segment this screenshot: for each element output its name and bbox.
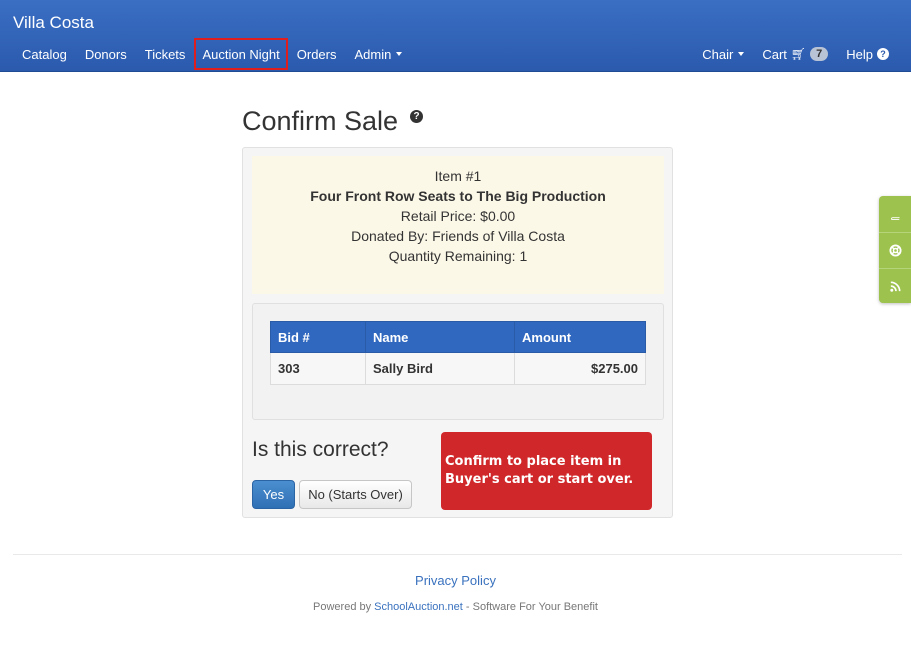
column-header-name: Name — [365, 321, 515, 353]
item-details: Item #1 Four Front Row Seats to The Big … — [252, 156, 664, 294]
nav-orders[interactable]: Orders — [288, 44, 346, 64]
nav-help-label: Help — [846, 46, 873, 62]
brand-link[interactable]: Villa Costa — [13, 13, 94, 33]
top-navbar: Villa Costa Catalog Donors Tickets Aucti… — [0, 0, 911, 72]
item-quantity-remaining: Quantity Remaining: 1 — [388, 248, 528, 264]
footer-divider — [13, 554, 902, 555]
main-nav: Catalog Donors Tickets Auction Night Ord… — [13, 38, 412, 70]
nav-auction-night[interactable]: Auction Night — [194, 38, 288, 70]
nav-catalog[interactable]: Catalog — [13, 44, 76, 64]
powered-prefix: Powered by — [313, 601, 375, 613]
caret-down-icon — [738, 52, 745, 56]
privacy-policy-link[interactable]: Privacy Policy — [415, 573, 496, 588]
cart-icon: 🛒︎ — [790, 47, 807, 61]
item-number: Item #1 — [434, 168, 482, 184]
nav-admin-label: Admin — [354, 46, 392, 62]
item-name: Four Front Row Seats to The Big Producti… — [310, 188, 606, 204]
schoolauction-link[interactable]: SchoolAuction.net — [374, 601, 463, 613]
yes-button[interactable]: Yes — [252, 480, 295, 509]
caret-down-icon — [396, 52, 403, 56]
powered-by-text: Powered by SchoolAuction.net - Software … — [0, 601, 911, 613]
column-header-bid: Bid # — [270, 321, 366, 353]
cart-count-badge: 7 — [810, 47, 829, 61]
callout-line-1: Confirm to place item in — [445, 454, 622, 469]
help-icon[interactable]: ? — [410, 110, 423, 123]
amount-cell: $275.00 — [514, 352, 646, 385]
callout-line-2: Buyer's cart or start over. — [445, 472, 634, 487]
powered-suffix: - Software For Your Benefit — [462, 601, 598, 613]
nav-chair-dropdown[interactable]: Chair — [693, 44, 753, 64]
column-header-amount: Amount — [514, 321, 646, 353]
rss-icon[interactable] — [879, 268, 911, 303]
nav-help[interactable]: Help ? — [837, 44, 898, 64]
right-nav: Chair Cart 🛒︎ 7 Help ? — [693, 44, 898, 64]
item-donated-by: Donated By: Friends of Villa Costa — [351, 228, 565, 244]
nav-tickets[interactable]: Tickets — [136, 44, 195, 64]
nav-cart-label: Cart — [762, 46, 787, 62]
nav-donors[interactable]: Donors — [76, 44, 136, 64]
table-header-row: Bid # Name Amount — [270, 321, 646, 353]
item-retail-price: Retail Price: $0.00 — [400, 208, 516, 224]
confirm-question: Is this correct? — [252, 438, 389, 461]
footer-privacy-row: Privacy Policy — [0, 573, 911, 588]
nav-cart[interactable]: Cart 🛒︎ 7 — [753, 44, 837, 64]
bids-table: Bid # Name Amount 303 Sally Bird $275.00 — [270, 321, 646, 385]
page-title: Confirm Sale — [242, 106, 399, 136]
nav-admin-dropdown[interactable]: Admin — [346, 44, 412, 64]
table-row: 303 Sally Bird $275.00 — [270, 352, 646, 385]
book-icon[interactable] — [879, 196, 911, 231]
instruction-callout: Confirm to place item in Buyer's cart or… — [441, 432, 652, 510]
no-starts-over-button[interactable]: No (Starts Over) — [299, 480, 412, 509]
nav-chair-label: Chair — [702, 46, 734, 62]
question-circle-icon: ? — [877, 48, 889, 60]
side-toolbar — [879, 196, 911, 303]
bidder-name-cell: Sally Bird — [365, 352, 515, 385]
lifebuoy-icon[interactable] — [879, 232, 911, 267]
bids-well: Bid # Name Amount 303 Sally Bird $275.00 — [252, 303, 664, 420]
bid-number-cell: 303 — [270, 352, 366, 385]
